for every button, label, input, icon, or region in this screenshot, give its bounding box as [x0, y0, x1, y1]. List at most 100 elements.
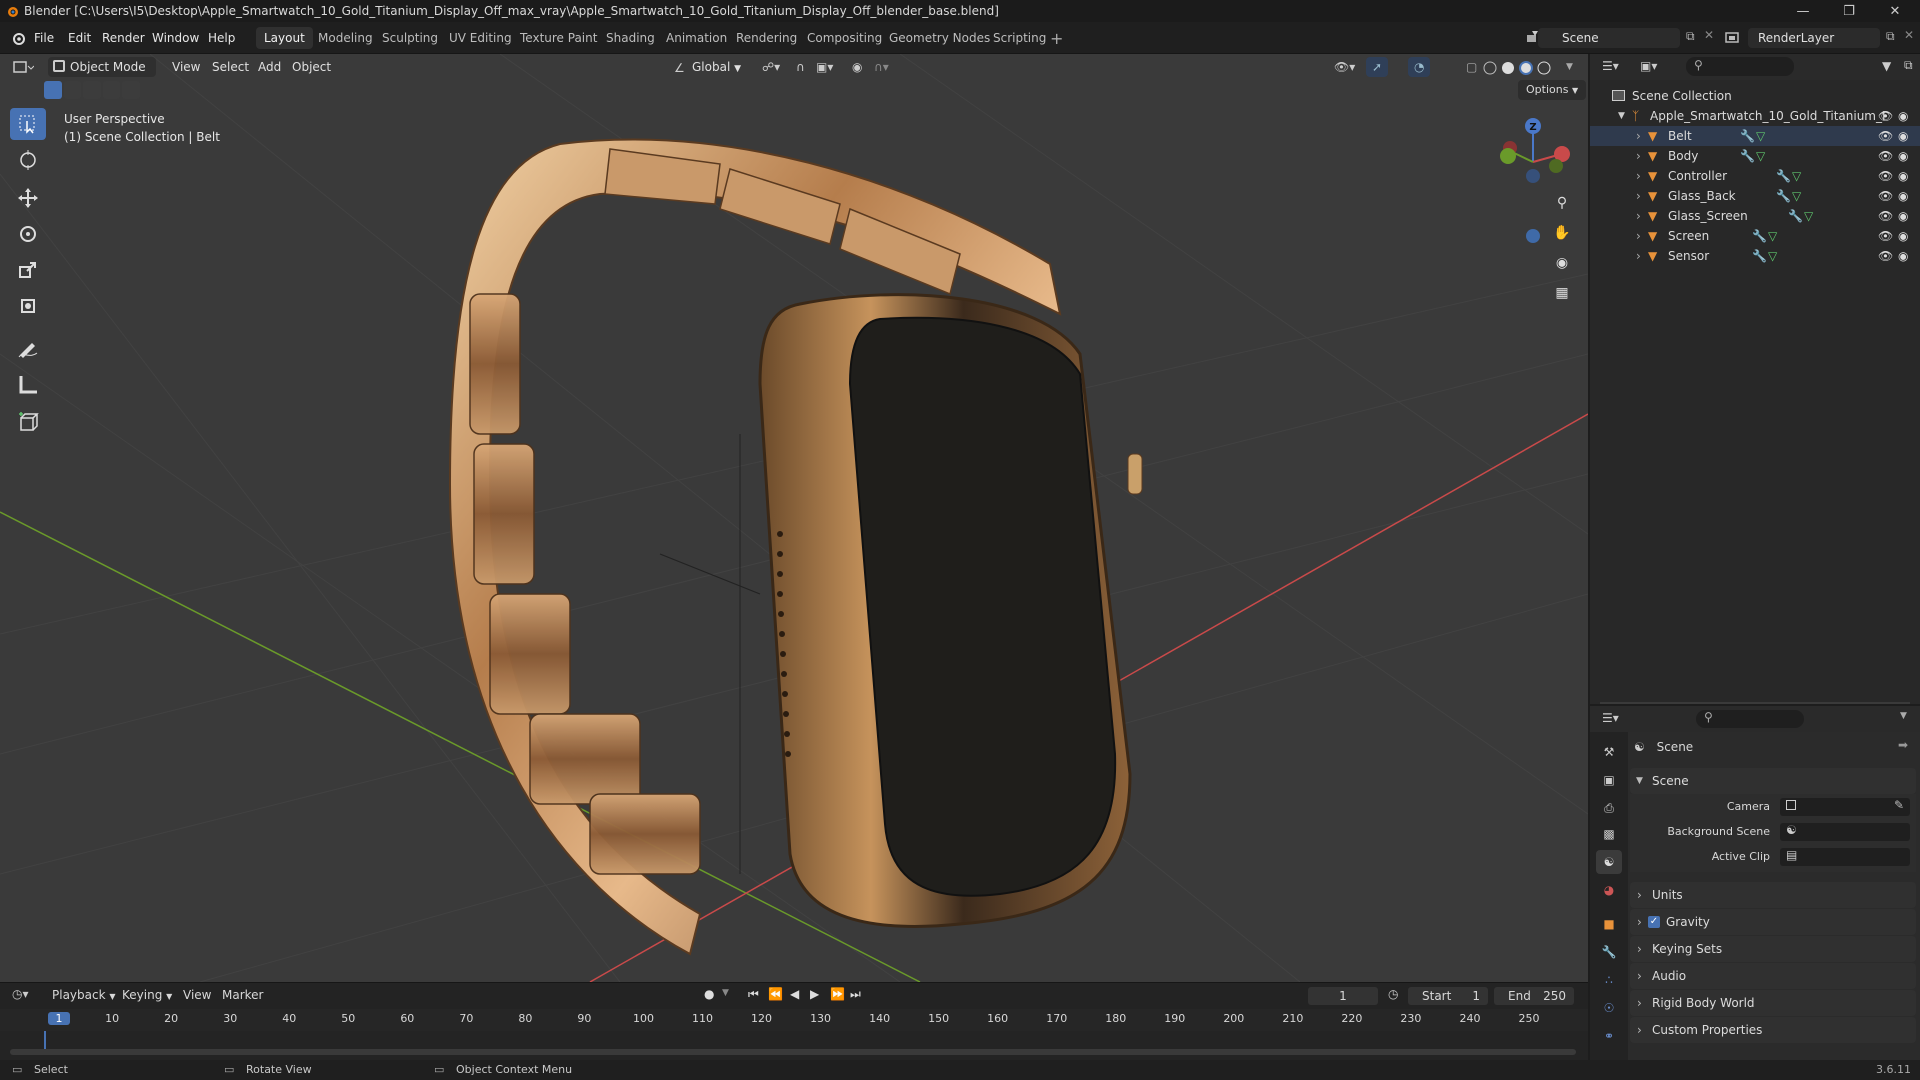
tab-rendering[interactable]: Rendering [728, 27, 805, 49]
render-camera-icon[interactable]: ◉ [1898, 146, 1908, 166]
tab-modeling[interactable]: Modeling [310, 27, 381, 49]
expand-chevron-icon[interactable]: › [1636, 206, 1641, 226]
visibility-selectability-icon[interactable]: 👁▾ [1328, 57, 1361, 77]
filter-icon[interactable]: ▼ [1882, 59, 1891, 73]
visibility-eye-icon[interactable]: 👁 [1878, 166, 1893, 186]
prev-keyframe-icon[interactable]: ⏪ [768, 987, 783, 1001]
ortho-toggle-button[interactable]: ▦ [1549, 280, 1575, 306]
render-camera-icon[interactable]: ◉ [1898, 186, 1908, 206]
tab-tool[interactable]: ⚒ [1596, 740, 1622, 764]
timeline-menu-keying[interactable]: Keying ▼ [122, 988, 172, 1002]
proportional-edit-icon[interactable]: ◉ [846, 57, 868, 77]
visibility-eye-icon[interactable]: 👁 [1878, 206, 1893, 226]
overlays-toggle-icon[interactable]: ◔ [1408, 57, 1431, 77]
new-collection-icon[interactable]: ⧉ [1904, 58, 1913, 73]
camera-field[interactable]: ✎ [1780, 798, 1910, 816]
maximize-button[interactable]: ❐ [1826, 0, 1872, 22]
outliner-object-row[interactable]: › ▼ Body 🔧 ▽ 👁 ◉ [1590, 146, 1920, 166]
expand-chevron-icon[interactable]: › [1636, 186, 1641, 206]
modifier-icon[interactable]: 🔧 [1740, 146, 1755, 166]
menu-help[interactable]: Help [208, 22, 235, 54]
xray-toggle-icon[interactable]: ▢ [1460, 57, 1483, 77]
jump-start-icon[interactable]: ⏮ [748, 987, 759, 1002]
render-camera-icon[interactable]: ◉ [1898, 206, 1908, 226]
scene-field[interactable]: Scene [1538, 28, 1680, 48]
3d-viewport[interactable]: Object Mode ▼ View Select Add Object ∠ G… [0, 54, 1588, 982]
outliner-object-row[interactable]: › ▼ Sensor 🔧 ▽ 👁 ◉ [1590, 246, 1920, 266]
viewport-menu-add[interactable]: Add [252, 57, 287, 77]
tab-compositing[interactable]: Compositing [799, 27, 890, 49]
new-scene-icon[interactable]: ⧉ [1686, 29, 1695, 44]
record-keyframe-icon[interactable]: ● [704, 987, 714, 1001]
add-cube-tool[interactable] [10, 406, 46, 438]
preview-range-clock-icon[interactable]: ◷ [1388, 987, 1398, 1001]
display-mode-icon[interactable]: ▣▾ [1640, 59, 1657, 73]
tab-shading[interactable]: Shading [598, 27, 663, 49]
timeline-scrollbar[interactable] [10, 1049, 1576, 1055]
pivot-point-icon[interactable]: ☍▾ [756, 57, 786, 77]
mesh-data-icon[interactable]: ▽ [1768, 226, 1777, 246]
tab-uv-editing[interactable]: UV Editing [441, 27, 520, 49]
outliner-object-row[interactable]: › ▼ Glass_Back 🔧 ▽ 👁 ◉ [1590, 186, 1920, 206]
tab-world[interactable]: ◕ [1596, 878, 1622, 902]
select-invert-icon[interactable] [102, 81, 121, 99]
menu-file[interactable]: File [34, 22, 54, 54]
tab-layout[interactable]: Layout [256, 27, 313, 49]
timeline-menu-marker[interactable]: Marker [222, 988, 263, 1002]
panel-keying-sets[interactable]: › Keying Sets [1630, 936, 1916, 962]
menu-window[interactable]: Window [152, 22, 199, 54]
eyedropper-icon[interactable]: ✎ [1894, 798, 1904, 812]
visibility-eye-icon[interactable]: 👁 [1878, 186, 1893, 206]
transform-tool[interactable] [10, 290, 46, 322]
panel-rigid-body-world[interactable]: › Rigid Body World [1630, 990, 1916, 1016]
blender-menu-icon[interactable] [9, 30, 27, 46]
snap-icon[interactable]: ∩ [790, 57, 811, 77]
tab-view-layer[interactable]: ▩ [1596, 822, 1622, 846]
timeline-editor-icon[interactable]: ◷▾ [12, 987, 29, 1001]
viewport-menu-object[interactable]: Object [286, 57, 337, 77]
new-view-layer-icon[interactable]: ⧉ [1886, 29, 1895, 44]
add-workspace-icon[interactable]: + [1050, 29, 1063, 48]
transform-orientation-dropdown[interactable]: ∠ Global ▼ [670, 57, 747, 77]
tab-modifiers[interactable]: 🔧 [1596, 940, 1622, 964]
mesh-data-icon[interactable]: ▽ [1792, 186, 1801, 206]
mesh-data-icon[interactable]: ▽ [1768, 246, 1777, 266]
select-intersect-icon[interactable] [122, 81, 140, 99]
modifier-icon[interactable]: 🔧 [1776, 186, 1791, 206]
shading-options-chevron-icon[interactable]: ▼ [1560, 57, 1579, 77]
pan-view-button[interactable]: ✋ [1549, 220, 1575, 246]
tab-render[interactable]: ▣ [1596, 768, 1622, 792]
start-frame-field[interactable]: Start 1 [1408, 987, 1488, 1005]
tab-texture-paint[interactable]: Texture Paint [512, 27, 605, 49]
record-options-chevron-icon[interactable]: ▼ [722, 988, 729, 998]
camera-view-button[interactable]: ◉ [1549, 250, 1575, 276]
properties-options-chevron-icon[interactable]: ▼ [1900, 711, 1907, 721]
play-icon[interactable]: ▶ [810, 987, 819, 1001]
minimize-button[interactable]: — [1780, 0, 1826, 22]
close-button[interactable]: ✕ [1872, 0, 1918, 22]
panel-scene-header[interactable]: ▼ Scene [1630, 768, 1916, 794]
select-extend-icon[interactable] [63, 81, 82, 99]
options-dropdown[interactable]: Options ▼ [1518, 80, 1587, 100]
current-frame-field[interactable]: 1 [1308, 987, 1378, 1005]
tab-constraints[interactable]: ⚭ [1596, 1024, 1622, 1048]
tab-output[interactable]: ⎙ [1596, 796, 1622, 820]
tab-scripting[interactable]: Scripting [985, 27, 1054, 49]
outliner-scene-collection[interactable]: Scene Collection [1590, 86, 1920, 106]
modifier-icon[interactable]: 🔧 [1788, 206, 1803, 226]
modifier-icon[interactable]: 🔧 [1752, 246, 1767, 266]
annotate-tool[interactable] [10, 332, 46, 364]
outliner-object-row[interactable]: › ▼ Glass_Screen 🔧 ▽ 👁 ◉ [1590, 206, 1920, 226]
expand-chevron-icon[interactable]: › [1636, 166, 1641, 186]
outliner-editor-icon[interactable]: ☰▾ [1602, 59, 1619, 73]
delete-view-layer-icon[interactable]: ✕ [1904, 28, 1914, 42]
falloff-icon[interactable]: ∩▾ [868, 57, 895, 77]
gravity-checkbox[interactable]: ✓ [1648, 916, 1660, 928]
rotate-tool[interactable] [10, 218, 46, 250]
end-frame-field[interactable]: End 250 [1494, 987, 1574, 1005]
mesh-data-icon[interactable]: ▽ [1792, 166, 1801, 186]
expand-chevron-icon[interactable]: › [1636, 146, 1641, 166]
tab-geometry-nodes[interactable]: Geometry Nodes [881, 27, 998, 49]
measure-tool[interactable] [10, 368, 46, 400]
visibility-eye-icon[interactable]: 👁 [1878, 226, 1893, 246]
